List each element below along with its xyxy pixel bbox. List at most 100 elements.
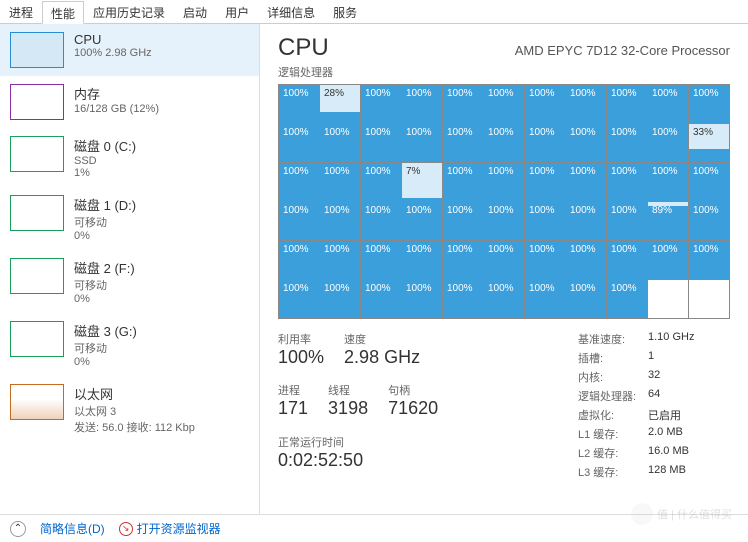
side-sub: 可移动 [74, 340, 137, 356]
core-cell: 100% [402, 124, 442, 162]
core-cell: 100% [443, 124, 483, 162]
tab-服务[interactable]: 服务 [324, 0, 366, 23]
hnd-value: 71620 [388, 398, 438, 419]
core-cell: 100% [689, 202, 729, 240]
stat-val: 32 [648, 369, 660, 385]
chart-label: 逻辑处理器 [278, 64, 730, 80]
core-cell: 100% [443, 85, 483, 123]
core-cell: 100% [443, 280, 483, 318]
core-cell: 100% [361, 124, 401, 162]
tab-进程[interactable]: 进程 [0, 0, 42, 23]
core-cell: 100% [566, 85, 606, 123]
resmon-label: 打开资源监视器 [137, 520, 221, 537]
sidebar-item-disk0[interactable]: 磁盘 0 (C:)SSD1% [0, 128, 259, 187]
stats-left: 利用率100% 速度2.98 GHz 进程171 线程3198 句柄71620 … [278, 331, 538, 483]
core-cell: 100% [443, 202, 483, 240]
thumb-icon [10, 136, 64, 172]
core-cell: 100% [566, 163, 606, 201]
cpu-detail-pane: CPU AMD EPYC 7D12 32-Core Processor 逻辑处理… [260, 24, 748, 514]
sidebar-item-disk1[interactable]: 磁盘 1 (D:)可移动0% [0, 187, 259, 250]
core-cell: 100% [279, 202, 319, 240]
core-cell: 100% [689, 241, 729, 279]
tab-详细信息[interactable]: 详细信息 [258, 0, 324, 23]
core-cell: 100% [525, 280, 565, 318]
speed-value: 2.98 GHz [344, 347, 420, 368]
core-cell: 100% [648, 163, 688, 201]
stats-right: 基准速度:1.10 GHz插槽:1内核:32逻辑处理器:64虚拟化:已启用L1 … [578, 331, 694, 483]
proc-label: 进程 [278, 382, 308, 398]
tab-性能[interactable]: 性能 [42, 1, 84, 24]
stat-key: 插槽: [578, 350, 648, 366]
thr-label: 线程 [328, 382, 368, 398]
util-label: 利用率 [278, 331, 324, 347]
core-cell: 100% [320, 280, 360, 318]
stat-val: 128 MB [648, 464, 686, 480]
stat-val: 1 [648, 350, 654, 366]
core-cell: 100% [525, 241, 565, 279]
tab-应用历史记录[interactable]: 应用历史记录 [84, 0, 174, 23]
core-cell: 100% [566, 124, 606, 162]
core-cell: 100% [279, 124, 319, 162]
stat-row: 内核:32 [578, 369, 694, 385]
chevron-up-icon[interactable]: ⌃ [10, 521, 26, 537]
stat-val: 64 [648, 388, 660, 404]
core-cell: 100% [402, 241, 442, 279]
thumb-icon [10, 384, 64, 420]
stat-val: 1.10 GHz [648, 331, 694, 347]
watermark: 值 | 什么值得买 [631, 503, 732, 525]
stat-key: 内核: [578, 369, 648, 385]
stat-val: 已启用 [648, 407, 681, 423]
side-sub: 以太网 3 [74, 403, 195, 419]
side-title: 内存 [74, 84, 159, 103]
core-cell: 100% [484, 202, 524, 240]
sidebar-item-disk2[interactable]: 磁盘 2 (F:)可移动0% [0, 250, 259, 313]
side-sub2: 发送: 56.0 接收: 112 Kbp [74, 419, 195, 435]
thr-value: 3198 [328, 398, 368, 419]
hnd-label: 句柄 [388, 382, 438, 398]
sidebar-item-mem[interactable]: 内存16/128 GB (12%) [0, 76, 259, 128]
side-sub2: 0% [74, 293, 135, 305]
core-cell: 100% [443, 241, 483, 279]
core-cell: 100% [525, 124, 565, 162]
side-sub: 可移动 [74, 214, 136, 230]
core-cell: 100% [484, 241, 524, 279]
sidebar-item-eth[interactable]: 以太网以太网 3发送: 56.0 接收: 112 Kbp [0, 376, 259, 443]
open-resmon-link[interactable]: ↘ 打开资源监视器 [119, 520, 221, 537]
stat-key: 逻辑处理器: [578, 388, 648, 404]
resmon-icon: ↘ [119, 522, 133, 536]
side-sub: 16/128 GB (12%) [74, 103, 159, 115]
side-sub: SSD [74, 155, 136, 167]
thumb-icon [10, 321, 64, 357]
core-cell: 100% [648, 124, 688, 162]
side-sub2: 0% [74, 230, 136, 242]
side-title: CPU [74, 32, 152, 47]
core-cell: 100% [566, 241, 606, 279]
core-cell: 33% [689, 124, 729, 162]
perf-sidebar: CPU100% 2.98 GHz内存16/128 GB (12%)磁盘 0 (C… [0, 24, 260, 514]
core-cell: 100% [689, 163, 729, 201]
thumb-icon [10, 258, 64, 294]
core-cell: 100% [525, 163, 565, 201]
stat-val: 2.0 MB [648, 426, 683, 442]
tab-用户[interactable]: 用户 [216, 0, 258, 23]
core-cell: 100% [689, 85, 729, 123]
core-cell: 100% [320, 163, 360, 201]
side-sub2: 0% [74, 356, 137, 368]
tab-启动[interactable]: 启动 [174, 0, 216, 23]
brief-info-link[interactable]: 简略信息(D) [40, 520, 105, 537]
stat-row: 逻辑处理器:64 [578, 388, 694, 404]
core-cell: 100% [402, 85, 442, 123]
core-cell: 100% [320, 241, 360, 279]
core-cell: 100% [648, 85, 688, 123]
core-cell: 100% [607, 163, 647, 201]
core-cell: 100% [279, 85, 319, 123]
core-cell: 100% [484, 85, 524, 123]
core-cell: 100% [525, 85, 565, 123]
sidebar-item-cpu[interactable]: CPU100% 2.98 GHz [0, 24, 259, 76]
sidebar-item-disk3[interactable]: 磁盘 3 (G:)可移动0% [0, 313, 259, 376]
cpu-model: AMD EPYC 7D12 32-Core Processor [515, 43, 730, 58]
side-title: 磁盘 0 (C:) [74, 136, 136, 155]
core-cell: 100% [607, 241, 647, 279]
core-cell: 100% [320, 124, 360, 162]
stat-row: L3 缓存:128 MB [578, 464, 694, 480]
